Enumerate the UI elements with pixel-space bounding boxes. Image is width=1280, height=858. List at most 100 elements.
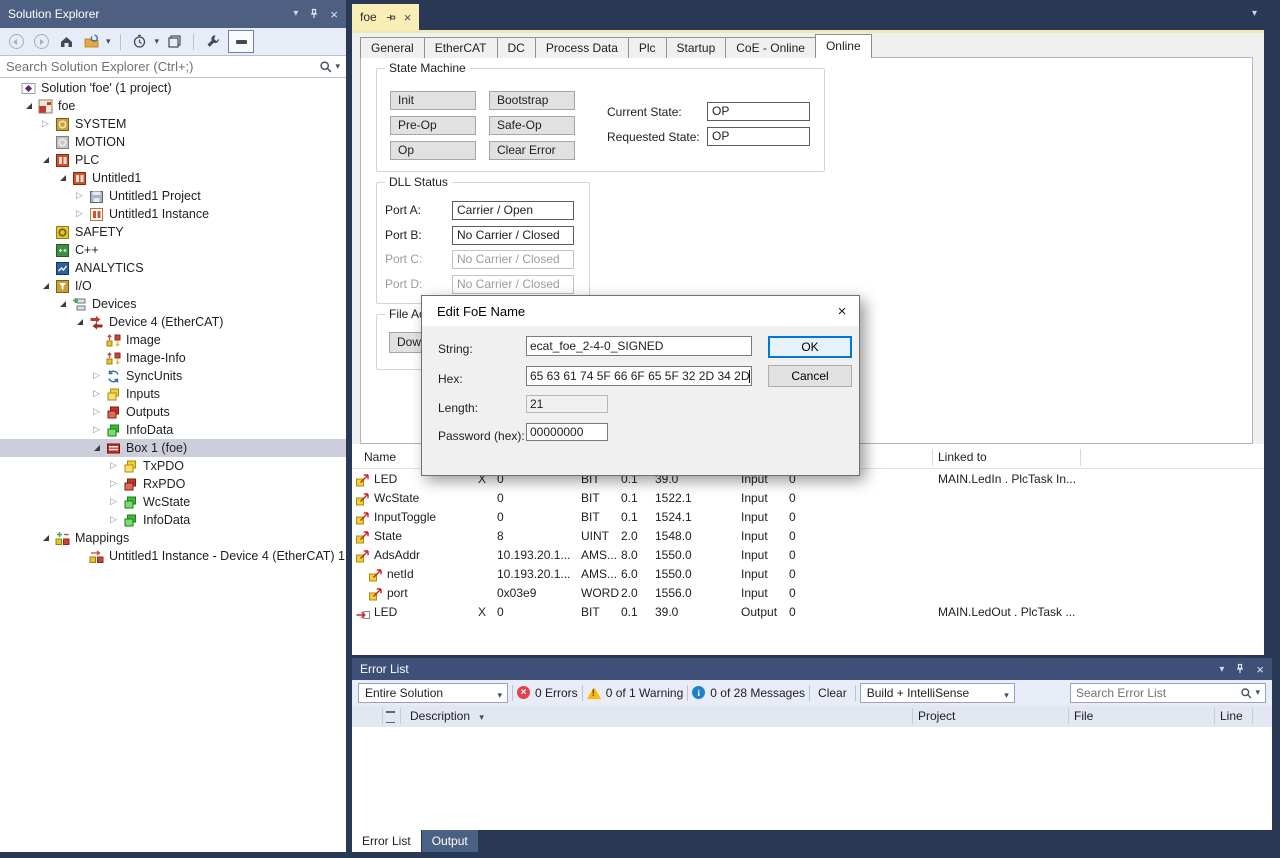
column-header-file[interactable]: File (1074, 705, 1093, 727)
source-filter-dropdown[interactable]: Build + IntelliSense (860, 683, 1015, 703)
tree-item[interactable]: I/O (0, 277, 346, 295)
tree-item[interactable]: Untitled1 Instance (0, 205, 346, 223)
expander-icon[interactable] (108, 475, 122, 493)
pin-icon[interactable] (1234, 663, 1246, 675)
tab-process-data[interactable]: Process Data (535, 37, 629, 58)
search-options-chevron-icon[interactable] (335, 61, 340, 72)
hex-field[interactable]: 65 63 61 74 5F 66 6F 65 5F 32 2D 34 2D 3… (526, 366, 752, 386)
pre-op-button[interactable]: Pre-Op (390, 116, 476, 135)
expander-icon[interactable] (91, 367, 105, 385)
switch-views-icon[interactable] (81, 32, 101, 52)
expander-icon[interactable] (40, 223, 54, 241)
tree-item[interactable]: RxPDO (0, 475, 346, 493)
tree-item[interactable]: MOTION (0, 133, 346, 151)
clear-button[interactable]: Clear (814, 686, 851, 700)
expander-icon[interactable] (40, 529, 54, 547)
expander-icon[interactable] (91, 439, 105, 457)
tree-item[interactable]: Outputs (0, 403, 346, 421)
tab-online[interactable]: Online (815, 34, 872, 58)
column-header-description[interactable]: Description (410, 705, 484, 727)
close-icon[interactable] (1256, 663, 1264, 676)
grid-row[interactable]: State8UINT2.01548.0Input0 (352, 527, 1264, 546)
tree-item[interactable]: Untitled1 Instance - Device 4 (EtherCAT)… (0, 547, 346, 565)
messages-filter-button[interactable]: 0 of 28 Messages (692, 686, 805, 700)
tab-error-list[interactable]: Error List (352, 830, 421, 852)
expander-icon[interactable] (23, 97, 37, 115)
expander-icon[interactable] (108, 457, 122, 475)
forward-button[interactable] (31, 32, 51, 52)
search-options-chevron-icon[interactable] (1255, 687, 1260, 698)
expander-icon[interactable] (40, 115, 54, 133)
sync-with-active-document-icon[interactable] (164, 32, 184, 52)
solution-explorer-search[interactable]: Search Solution Explorer (Ctrl+;) (0, 55, 346, 78)
tree-item[interactable]: TxPDO (0, 457, 346, 475)
document-tab-foe[interactable]: foe (352, 4, 419, 30)
expander-icon[interactable] (74, 547, 88, 565)
tree-item[interactable]: C++ (0, 241, 346, 259)
columns-icon[interactable] (386, 711, 395, 723)
expander-icon[interactable] (108, 511, 122, 529)
tab-output[interactable]: Output (422, 830, 478, 852)
clear-error-button[interactable]: Clear Error (489, 141, 575, 160)
window-position-chevron-icon[interactable] (1219, 664, 1224, 675)
preview-selected-items-toggle[interactable] (228, 30, 254, 53)
tab-general[interactable]: General (360, 37, 425, 58)
tree-item[interactable]: Image-Info (0, 349, 346, 367)
expander-icon[interactable] (57, 169, 71, 187)
properties-wrench-icon[interactable] (203, 32, 223, 52)
dialog-close-icon[interactable] (825, 296, 859, 326)
tree-item[interactable]: Inputs (0, 385, 346, 403)
tree-item[interactable]: Solution 'foe' (1 project) (0, 79, 346, 97)
password-field[interactable]: 00000000 (526, 423, 608, 441)
expander-icon[interactable] (74, 313, 88, 331)
tree-item[interactable]: SAFETY (0, 223, 346, 241)
expander-icon[interactable] (40, 259, 54, 277)
expander-icon[interactable] (57, 295, 71, 313)
tab-startup[interactable]: Startup (666, 37, 727, 58)
expander-icon[interactable] (91, 349, 105, 367)
expander-icon[interactable] (6, 79, 20, 97)
string-field[interactable]: ecat_foe_2-4-0_SIGNED (526, 336, 752, 356)
expander-icon[interactable] (91, 385, 105, 403)
scope-filter-dropdown[interactable]: Entire Solution (358, 683, 508, 703)
expander-icon[interactable] (74, 205, 88, 223)
search-icon[interactable] (319, 60, 332, 73)
pin-icon[interactable] (308, 8, 320, 20)
back-button[interactable] (6, 32, 26, 52)
ok-button[interactable]: OK (768, 336, 852, 358)
grid-row[interactable]: LEDX0BIT0.139.0Output0MAIN.LedOut . PlcT… (352, 603, 1264, 622)
tree-item[interactable]: PLC (0, 151, 346, 169)
grid-row[interactable]: InputToggle0BIT0.11524.1Input0 (352, 508, 1264, 527)
column-header-project[interactable]: Project (918, 705, 955, 727)
expander-icon[interactable] (40, 133, 54, 151)
expander-icon[interactable] (74, 187, 88, 205)
tree-item[interactable]: foe (0, 97, 346, 115)
search-icon[interactable] (1240, 687, 1252, 699)
tree-item[interactable]: Untitled1 (0, 169, 346, 187)
tree-item[interactable]: Untitled1 Project (0, 187, 346, 205)
tab-dc[interactable]: DC (497, 37, 536, 58)
pin-icon[interactable] (385, 12, 396, 23)
cancel-button[interactable]: Cancel (768, 365, 852, 387)
tree-item[interactable]: SyncUnits (0, 367, 346, 385)
tree-item[interactable]: ANALYTICS (0, 259, 346, 277)
column-header-line[interactable]: Line (1220, 705, 1243, 727)
tab-plc[interactable]: Plc (628, 37, 667, 58)
tree-item[interactable]: WcState (0, 493, 346, 511)
op-button[interactable]: Op (390, 141, 476, 160)
tree-item[interactable]: SYSTEM (0, 115, 346, 133)
tree-item[interactable]: Box 1 (foe) (0, 439, 346, 457)
document-well-dropdown-icon[interactable] (1252, 8, 1257, 19)
warnings-filter-button[interactable]: 0 of 1 Warning (587, 686, 684, 700)
close-icon[interactable] (330, 8, 338, 21)
error-list-search[interactable]: Search Error List (1070, 683, 1266, 703)
expander-icon[interactable] (40, 241, 54, 259)
home-icon[interactable] (56, 32, 76, 52)
tab-ethercat[interactable]: EtherCAT (424, 37, 498, 58)
tree-item[interactable]: Mappings (0, 529, 346, 547)
tree-item[interactable]: InfoData (0, 511, 346, 529)
expander-icon[interactable] (91, 331, 105, 349)
tab-coe-online[interactable]: CoE - Online (725, 37, 816, 58)
grid-row[interactable]: netId10.193.20.1...AMS...6.01550.0Input0 (352, 565, 1264, 584)
grid-row[interactable]: AdsAddr10.193.20.1...AMS...8.01550.0Inpu… (352, 546, 1264, 565)
